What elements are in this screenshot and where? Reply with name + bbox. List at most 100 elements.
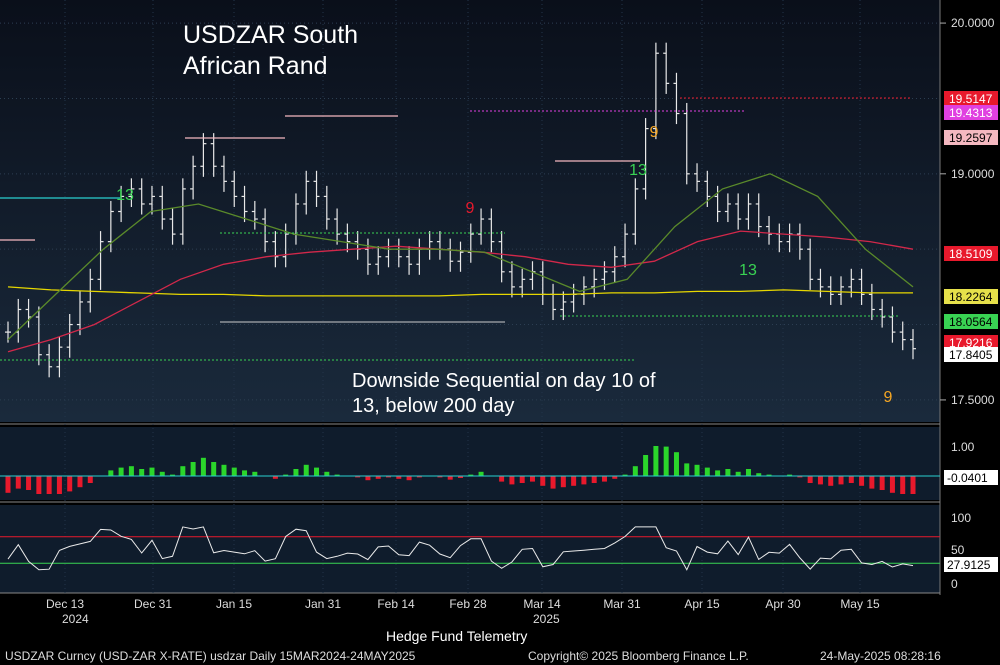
oscillator-bar xyxy=(859,476,865,486)
oscillator-bar xyxy=(684,463,690,476)
price-tag-label: 17.8405 xyxy=(949,348,993,362)
timestamp-label: 24-May-2025 08:28:16 xyxy=(820,649,941,663)
oscillator-bar xyxy=(190,462,196,476)
oscillator-bar xyxy=(406,476,412,481)
oscillator-bar xyxy=(303,464,309,476)
oscillator-bar xyxy=(643,455,649,476)
ticker-line: USDZAR Curncy (USD-ZAR X-RATE) usdzar Da… xyxy=(5,649,416,663)
chart-annotation: Downside Sequential on day 10 of 13, bel… xyxy=(352,370,656,417)
oscillator-bar xyxy=(560,476,566,488)
x-tick-label: Dec 31 xyxy=(134,597,172,611)
oscillator-bar xyxy=(149,467,155,476)
oscillator-bar xyxy=(519,476,525,483)
sequential-count-label: 13 xyxy=(116,187,134,204)
x-tick-label: Mar 31 xyxy=(603,597,641,611)
oscillator-bar xyxy=(87,476,93,483)
oscillator-bar xyxy=(159,471,165,476)
oscillator-bar xyxy=(550,476,556,489)
x-tick-label: Feb 14 xyxy=(377,597,415,611)
oscillator-bar xyxy=(591,476,597,483)
oscillator-bar xyxy=(128,466,134,476)
oscillator-1-tag-label: -0.0401 xyxy=(947,471,988,485)
oscillator-2-tick-label: 0 xyxy=(951,577,958,591)
chart-title: USDZAR South African Rand xyxy=(183,21,359,80)
oscillator-bar xyxy=(211,462,217,476)
oscillator-bar xyxy=(632,466,638,476)
year-label-2025: 2025 xyxy=(533,612,560,626)
oscillator-bar xyxy=(735,471,741,476)
oscillator-bar xyxy=(869,476,875,489)
oscillator-bar xyxy=(499,476,505,482)
price-tick-label: 17.5000 xyxy=(951,393,995,407)
copyright-label: Copyright© 2025 Bloomberg Finance L.P. xyxy=(528,649,749,663)
oscillator-bar xyxy=(67,476,73,492)
oscillator-bar xyxy=(231,467,237,476)
oscillator-bar xyxy=(581,476,587,485)
oscillator-bar xyxy=(663,446,669,476)
oscillator-2-tick-label: 50 xyxy=(951,543,965,557)
oscillator-bar xyxy=(694,464,700,476)
oscillator-bar xyxy=(879,476,885,490)
oscillator-bar xyxy=(725,469,731,476)
price-tick-label: 20.0000 xyxy=(951,16,995,30)
oscillator-bar xyxy=(673,452,679,476)
x-tick-label: Apr 30 xyxy=(765,597,801,611)
chart-window: Dec 13 Dec 31 Jan 15 Jan 31 Feb 14 Feb 28 Mar … xyxy=(0,0,1000,665)
price-tag-label: 19.4313 xyxy=(949,106,993,120)
oscillator-bar xyxy=(704,467,710,476)
oscillator-bar xyxy=(139,469,145,476)
chart-canvas: Dec 13 Dec 31 Jan 15 Jan 31 Feb 14 Feb 28 Mar … xyxy=(0,0,998,611)
oscillator-bar xyxy=(601,476,607,482)
oscillator-bar xyxy=(242,470,248,476)
year-label-2024: 2024 xyxy=(62,612,89,626)
source-label: Hedge Fund Telemetry xyxy=(386,628,528,644)
oscillator-bar xyxy=(807,476,813,483)
oscillator-bar xyxy=(365,476,371,481)
oscillator-bar xyxy=(509,476,515,485)
oscillator-bar xyxy=(889,476,895,493)
x-tick-label: Mar 14 xyxy=(523,597,561,611)
oscillator-bar xyxy=(252,471,258,476)
oscillator-bar xyxy=(324,471,330,476)
oscillator-bar xyxy=(46,476,52,494)
oscillator-bar xyxy=(848,476,854,483)
oscillator-2-tick-label: 100 xyxy=(951,511,971,525)
oscillator-bar xyxy=(293,469,299,476)
oscillator-panel-2 xyxy=(0,505,940,593)
sequential-count-label: 9 xyxy=(466,200,475,217)
oscillator-bar xyxy=(715,470,721,476)
price-tag-label: 18.2264 xyxy=(949,290,993,304)
oscillator-bar xyxy=(5,476,11,493)
x-tick-label: Apr 15 xyxy=(684,597,720,611)
oscillator-bar xyxy=(828,476,834,486)
oscillator-bar xyxy=(36,476,42,494)
x-tick-label: Dec 13 xyxy=(46,597,84,611)
oscillator-bar xyxy=(26,476,32,490)
oscillator-bar xyxy=(540,476,546,486)
oscillator-2-tag-label: 27.9125 xyxy=(947,558,991,572)
oscillator-bar xyxy=(15,476,21,489)
price-tag-label: 19.2597 xyxy=(949,131,993,145)
x-tick-label: Feb 28 xyxy=(449,597,487,611)
x-tick-label: May 15 xyxy=(840,597,880,611)
oscillator-bar xyxy=(108,470,114,476)
oscillator-bar xyxy=(56,476,62,494)
price-tag-label: 18.0564 xyxy=(949,315,993,329)
oscillator-panel-1 xyxy=(0,427,940,500)
price-tick-label: 19.0000 xyxy=(951,167,995,181)
oscillator-bar xyxy=(910,476,916,494)
sequential-count-label: 13 xyxy=(739,262,757,279)
oscillator-bar xyxy=(447,476,453,480)
price-tag-label: 19.5147 xyxy=(949,92,993,106)
oscillator-bar xyxy=(478,471,484,476)
oscillator-bar xyxy=(817,476,823,485)
oscillator-bar xyxy=(314,467,320,476)
oscillator-bar xyxy=(838,476,844,485)
x-tick-label: Jan 15 xyxy=(216,597,252,611)
oscillator-1-tick-label: 1.00 xyxy=(951,440,975,454)
sequential-count-label: 9 xyxy=(884,389,893,406)
oscillator-bar xyxy=(180,466,186,476)
x-tick-label: Jan 31 xyxy=(305,597,341,611)
sequential-count-label: 13 xyxy=(629,162,647,179)
sequential-count-label: 9 xyxy=(650,124,659,141)
